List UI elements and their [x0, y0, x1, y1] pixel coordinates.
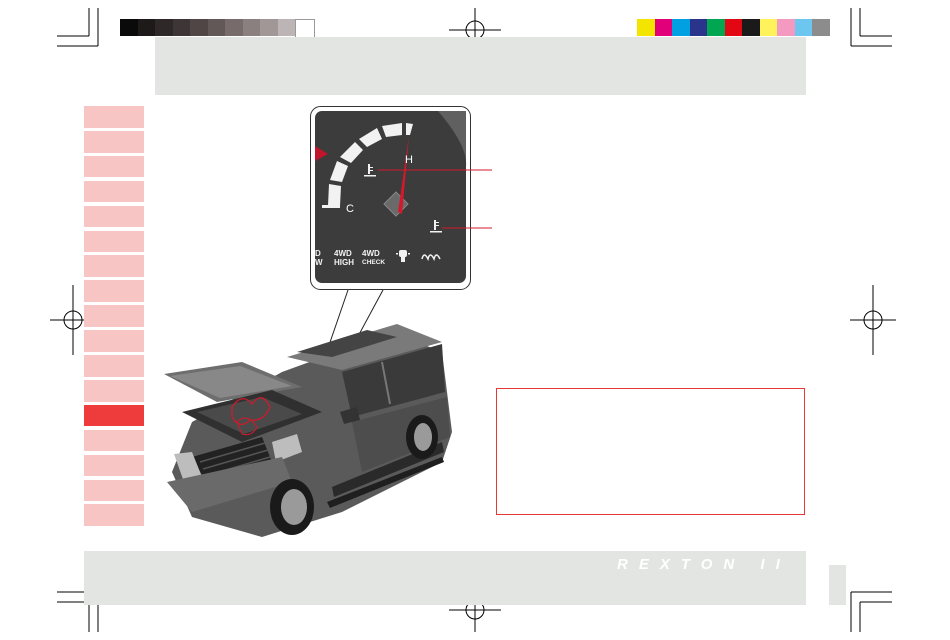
vehicle-illustration: [164, 324, 452, 537]
callout-lines: [304, 169, 492, 419]
warning-box: [496, 388, 805, 515]
